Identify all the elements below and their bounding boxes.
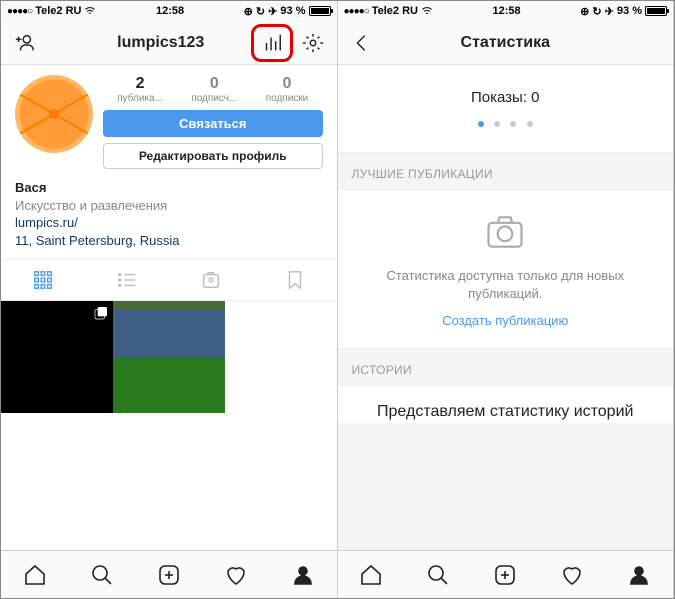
stat-followers-count: 0	[191, 75, 237, 93]
tab-list[interactable]	[85, 260, 169, 300]
profile-topbar: lumpics123	[1, 21, 337, 65]
section-top-posts: ЛУЧШИЕ ПУБЛИКАЦИИ	[338, 153, 674, 189]
post-item[interactable]	[1, 301, 113, 413]
insights-screen: ●●●●○ Tele2 RU 12:58 ⊕ ↻ ✈ 93 % Статисти…	[338, 1, 675, 598]
nav-profile[interactable]	[290, 562, 316, 588]
settings-button[interactable]	[299, 29, 327, 57]
insights-button-highlighted[interactable]	[251, 24, 293, 62]
insights-icon	[258, 29, 286, 57]
status-glyphs-icon: ⊕ ↻ ✈	[580, 5, 614, 18]
stat-posts[interactable]: 2 публика...	[117, 75, 163, 104]
edit-profile-button[interactable]: Редактировать профиль	[103, 143, 323, 169]
add-user-button[interactable]	[11, 29, 39, 57]
tab-grid[interactable]	[1, 260, 85, 300]
status-glyphs-icon: ⊕ ↻ ✈	[244, 5, 278, 18]
stories-intro-title: Представляем статистику историй	[362, 402, 650, 423]
bio-location[interactable]: 11, Saint Petersburg, Russia	[15, 232, 323, 250]
avatar[interactable]	[15, 75, 93, 153]
stat-following-count: 0	[266, 75, 309, 93]
status-bar: ●●●●○ Tele2 RU 12:58 ⊕ ↻ ✈ 93 %	[338, 1, 674, 21]
bio-category: Искусство и развлечения	[15, 197, 323, 215]
bottom-nav	[338, 550, 674, 598]
nav-profile[interactable]	[626, 562, 652, 588]
profile-screen: ●●●●○ Tele2 RU 12:58 ⊕ ↻ ✈ 93 % lumpics1…	[1, 1, 338, 598]
carrier-label: Tele2 RU	[372, 5, 418, 17]
nav-home[interactable]	[22, 562, 48, 588]
nav-activity[interactable]	[223, 562, 249, 588]
posts-grid	[1, 301, 337, 413]
page-indicator	[338, 106, 674, 140]
page-dot-active	[478, 121, 484, 127]
tab-tagged[interactable]	[169, 260, 253, 300]
insights-topbar: Статистика	[338, 21, 674, 65]
battery-pct: 93 %	[617, 5, 642, 17]
carousel-icon	[93, 305, 109, 326]
nav-home[interactable]	[358, 562, 384, 588]
stat-followers[interactable]: 0 подписч...	[191, 75, 237, 104]
wifi-icon	[421, 5, 433, 17]
carrier-label: Tele2 RU	[35, 5, 81, 17]
top-posts-empty: Статистика доступна только для новых пуб…	[338, 189, 674, 349]
back-button[interactable]	[348, 29, 376, 57]
status-time: 12:58	[433, 5, 580, 17]
feed-tabs	[1, 259, 337, 301]
bottom-nav	[1, 550, 337, 598]
stat-posts-count: 2	[117, 75, 163, 93]
nav-search[interactable]	[89, 562, 115, 588]
stat-following[interactable]: 0 подписки	[266, 75, 309, 104]
nav-add[interactable]	[156, 562, 182, 588]
page-dot	[527, 121, 533, 127]
bio-name: Вася	[15, 179, 323, 197]
nav-activity[interactable]	[559, 562, 585, 588]
contact-button[interactable]: Связаться	[103, 110, 323, 137]
signal-dots-icon: ●●●●○	[344, 6, 369, 17]
post-item[interactable]	[113, 301, 225, 413]
nav-search[interactable]	[425, 562, 451, 588]
section-stories: ИСТОРИИ	[338, 349, 674, 385]
battery-pct: 93 %	[280, 5, 305, 17]
battery-icon	[645, 6, 667, 16]
wifi-icon	[84, 5, 96, 17]
page-dot	[494, 121, 500, 127]
insights-title: Статистика	[408, 34, 604, 52]
impressions-card[interactable]: Показы: 0	[338, 65, 674, 153]
profile-username: lumpics123	[71, 34, 251, 52]
battery-icon	[309, 6, 331, 16]
stat-followers-label: подписч...	[191, 93, 237, 104]
bio-block: Вася Искусство и развлечения lumpics.ru/…	[1, 175, 337, 259]
status-bar: ●●●●○ Tele2 RU 12:58 ⊕ ↻ ✈ 93 %	[1, 1, 337, 21]
empty-text: Статистика доступна только для новых пуб…	[362, 267, 650, 303]
bio-link[interactable]: lumpics.ru/	[15, 214, 323, 232]
status-time: 12:58	[96, 5, 243, 17]
nav-add[interactable]	[492, 562, 518, 588]
profile-stats: 2 публика... 0 подписч... 0 подписки	[103, 75, 323, 104]
stat-posts-label: публика...	[117, 93, 163, 104]
tab-saved[interactable]	[253, 260, 337, 300]
stories-intro: Представляем статистику историй	[338, 385, 674, 423]
stat-following-label: подписки	[266, 93, 309, 104]
page-dot	[510, 121, 516, 127]
signal-dots-icon: ●●●●○	[7, 6, 32, 17]
create-post-link[interactable]: Создать публикацию	[362, 313, 650, 328]
impressions-label: Показы: 0	[338, 89, 674, 106]
camera-icon	[483, 210, 527, 254]
